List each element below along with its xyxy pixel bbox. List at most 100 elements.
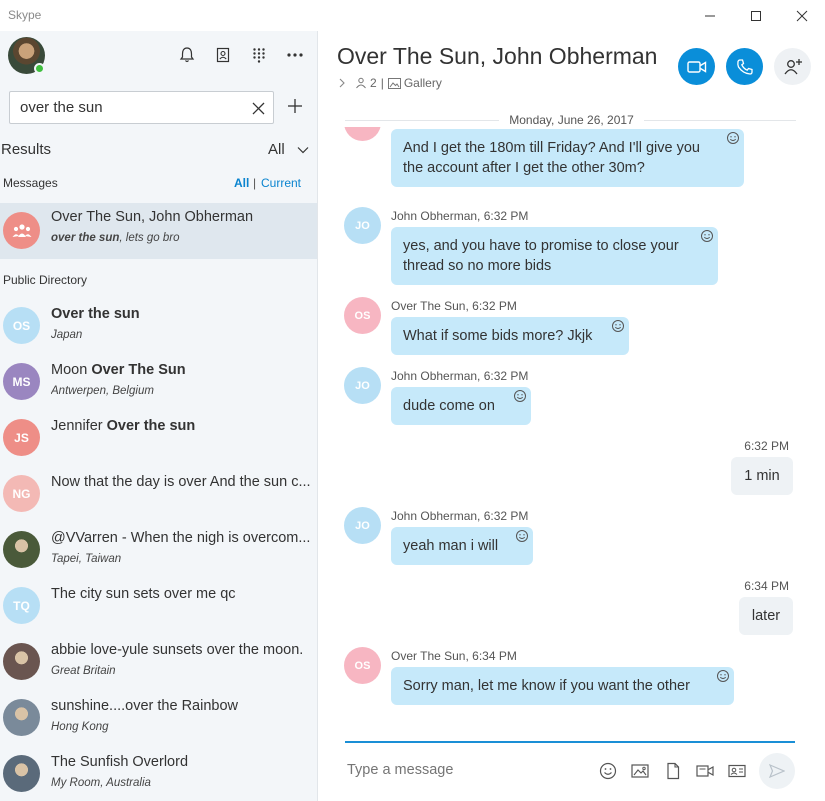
send-file-button[interactable] bbox=[663, 761, 683, 781]
title-text: The Sunfish Overlord bbox=[51, 754, 189, 770]
title-text: Jennifer bbox=[51, 418, 107, 434]
send-contact-button[interactable] bbox=[727, 761, 747, 781]
directory-item-title: Jennifer Over the sun bbox=[51, 418, 315, 434]
message-bubble[interactable]: And I get the 180m till Friday? And I'll… bbox=[391, 129, 744, 187]
directory-item-title: @VVarren - When the nigh is overcom... bbox=[51, 530, 315, 546]
sender-avatar[interactable]: OS bbox=[344, 297, 381, 334]
sender-name: Over The Sun, bbox=[391, 299, 469, 313]
message-bubble[interactable]: yes, and you have to promise to close yo… bbox=[391, 227, 718, 285]
sender-avatar[interactable]: JO bbox=[344, 207, 381, 244]
directory-item[interactable]: MS Moon Over The Sun Antwerpen, Belgium bbox=[0, 356, 318, 412]
sender-name: John Obherman, bbox=[391, 209, 481, 223]
avatar bbox=[3, 755, 40, 792]
react-emoji-icon[interactable] bbox=[716, 669, 730, 683]
avatar: MS bbox=[3, 363, 40, 400]
sender-name: John Obherman, bbox=[391, 369, 481, 383]
conversation-result[interactable]: Over The Sun, John Obherman over the sun… bbox=[0, 203, 318, 259]
message-text: Sorry man, let me know if you want the o… bbox=[403, 678, 690, 694]
react-emoji-icon[interactable] bbox=[513, 389, 527, 403]
results-filter[interactable]: All bbox=[268, 141, 285, 158]
search-input[interactable] bbox=[20, 92, 240, 123]
message-bubble[interactable]: 1 min bbox=[731, 457, 793, 495]
dialpad-button[interactable] bbox=[248, 44, 270, 66]
video-camera-icon bbox=[686, 60, 706, 73]
filter-all-link[interactable]: All bbox=[234, 176, 249, 190]
title-match: Over the sun bbox=[51, 306, 140, 322]
directory-item[interactable]: sunshine....over the Rainbow Hong Kong bbox=[0, 692, 318, 748]
directory-item[interactable]: NG Now that the day is over And the sun c… bbox=[0, 468, 318, 524]
video-call-button[interactable] bbox=[678, 48, 715, 85]
message-bubble[interactable]: What if some bids more? Jkjk bbox=[391, 317, 629, 355]
compose-focus-line bbox=[345, 741, 795, 743]
messages-section-header: Messages All | Current bbox=[0, 176, 318, 194]
message-meta: Over The Sun, 6:34 PM bbox=[391, 649, 517, 663]
message-input[interactable] bbox=[347, 755, 577, 785]
directory-item-title: Now that the day is over And the sun c..… bbox=[51, 474, 315, 490]
avatar: OS bbox=[3, 307, 40, 344]
more-options-button[interactable] bbox=[284, 44, 306, 66]
filter-current-link[interactable]: Current bbox=[261, 176, 301, 190]
chevron-down-icon[interactable] bbox=[296, 143, 310, 157]
sender-avatar[interactable]: OS bbox=[344, 647, 381, 684]
sender-avatar[interactable]: JO bbox=[344, 507, 381, 544]
directory-item[interactable]: TQ The city sun sets over me qc bbox=[0, 580, 318, 636]
directory-item-location: Tapei, Taiwan bbox=[51, 553, 122, 565]
directory-item-location: Great Britain bbox=[51, 665, 116, 677]
emoji-button[interactable] bbox=[598, 761, 618, 781]
more-icon bbox=[287, 53, 303, 57]
send-image-button[interactable] bbox=[630, 761, 650, 781]
close-icon bbox=[796, 10, 808, 21]
directory-item[interactable]: JS Jennifer Over the sun bbox=[0, 412, 318, 468]
react-emoji-icon[interactable] bbox=[700, 229, 714, 243]
maximize-button[interactable] bbox=[733, 0, 779, 31]
preview-rest: , lets go bro bbox=[119, 232, 180, 244]
react-emoji-icon[interactable] bbox=[611, 319, 625, 333]
message-meta: John Obherman, 6:32 PM bbox=[391, 369, 528, 383]
conversation-header-title[interactable]: Over The Sun, John Obherman bbox=[337, 43, 657, 70]
directory-item-location: Hong Kong bbox=[51, 721, 109, 733]
react-emoji-icon[interactable] bbox=[515, 529, 529, 543]
message-time: 6:32 PM bbox=[483, 509, 529, 523]
new-chat-button[interactable] bbox=[284, 95, 306, 117]
contacts-button[interactable] bbox=[212, 44, 234, 66]
message-bubble[interactable]: yeah man i will bbox=[391, 527, 533, 565]
react-emoji-icon[interactable] bbox=[726, 131, 740, 145]
add-participant-button[interactable] bbox=[774, 48, 811, 85]
sender-avatar[interactable]: JO bbox=[344, 367, 381, 404]
participant-count[interactable]: 2 bbox=[370, 76, 377, 90]
directory-item[interactable]: abbie love-yule sunsets over the moon. Gr… bbox=[0, 636, 318, 692]
message-bubble[interactable]: dude come on bbox=[391, 387, 531, 425]
gallery-link[interactable]: Gallery bbox=[404, 76, 442, 90]
directory-item[interactable]: @VVarren - When the nigh is overcom... Ta… bbox=[0, 524, 318, 580]
emoji-icon bbox=[599, 762, 617, 780]
directory-item[interactable]: OS Over the sun Japan bbox=[0, 300, 318, 356]
clear-search-button[interactable] bbox=[250, 100, 266, 116]
title-text: Now that the day is over And the sun c..… bbox=[51, 474, 311, 490]
message-text: later bbox=[751, 608, 781, 624]
date-divider: Monday, June 26, 2017 bbox=[318, 113, 825, 127]
public-directory-label: Public Directory bbox=[3, 273, 88, 287]
message-meta: Over The Sun, 6:32 PM bbox=[391, 299, 517, 313]
avatar: TQ bbox=[3, 587, 40, 624]
contact-card-icon bbox=[728, 764, 746, 778]
sender-name: John Obherman, bbox=[391, 509, 481, 523]
directory-item-title: The Sunfish Overlord bbox=[51, 754, 315, 770]
title-text: Moon bbox=[51, 362, 92, 378]
message-meta: John Obherman, 6:32 PM bbox=[391, 509, 528, 523]
chevron-right-icon[interactable] bbox=[337, 78, 347, 88]
avatar bbox=[3, 531, 40, 568]
send-button[interactable] bbox=[759, 753, 795, 789]
close-window-button[interactable] bbox=[779, 0, 825, 31]
audio-call-button[interactable] bbox=[726, 48, 763, 85]
group-icon bbox=[12, 223, 31, 237]
minimize-button[interactable] bbox=[687, 0, 733, 31]
video-message-button[interactable] bbox=[695, 761, 715, 781]
notifications-button[interactable] bbox=[176, 44, 198, 66]
results-label: Results bbox=[1, 141, 52, 158]
message-bubble[interactable]: later bbox=[739, 597, 793, 635]
directory-item[interactable]: The Sunfish Overlord My Room, Australia bbox=[0, 748, 318, 801]
maximize-icon bbox=[751, 10, 761, 21]
sender-avatar[interactable]: OS bbox=[344, 127, 381, 141]
avatar: JS bbox=[3, 419, 40, 456]
message-bubble[interactable]: Sorry man, let me know if you want the o… bbox=[391, 667, 734, 705]
